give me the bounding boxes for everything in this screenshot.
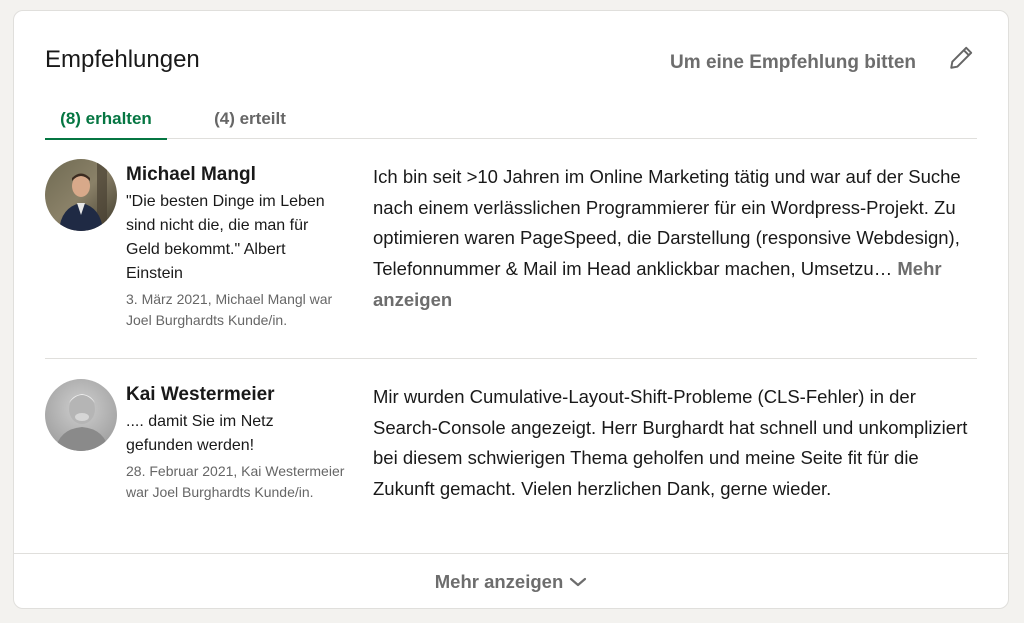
recommendation-tabs: (8) erhalten (4) erteilt (45, 99, 977, 140)
recommendation-item: Kai Westermeier .... damit Sie im Netz g… (45, 379, 977, 554)
author-headline: .... damit Sie im Netz gefunden werden! (126, 413, 274, 454)
show-more-button[interactable]: Mehr anzeigen (435, 571, 588, 593)
avatar-photo (45, 159, 117, 231)
request-recommendation-button[interactable]: Um eine Empfehlung bitten (670, 51, 916, 75)
author-name[interactable]: Michael Mangl (126, 162, 356, 188)
card-footer: Mehr anzeigen (14, 553, 1008, 608)
show-more-label: Mehr anzeigen (434, 571, 564, 592)
avatar[interactable] (45, 379, 117, 451)
recommendation-text: Mir wurden Cumulative-Layout-Shift-Probl… (373, 386, 968, 500)
recommendation-item: Michael Mangl "Die besten Dinge im Leben… (45, 159, 977, 359)
recommendation-author: Kai Westermeier .... damit Sie im Netz g… (126, 379, 356, 503)
recommendation-meta: 3. März 2021, Michael Mangl war Joel Bur… (126, 291, 333, 328)
pencil-icon (950, 46, 973, 69)
recommendation-meta: 28. Februar 2021, Kai Westermeier war Jo… (126, 463, 345, 500)
edit-button[interactable] (946, 43, 976, 73)
author-headline: "Die besten Dinge im Leben sind nicht di… (126, 193, 325, 282)
tab-given[interactable]: (4) erteilt (207, 99, 293, 139)
chevron-down-icon (570, 577, 587, 587)
avatar-photo (45, 379, 117, 451)
recommendation-text: Ich bin seit >10 Jahren im Online Market… (373, 162, 978, 316)
recommendations-card: Empfehlungen Um eine Empfehlung bitten (… (13, 10, 1009, 609)
avatar[interactable] (45, 159, 117, 231)
section-title: Empfehlungen (45, 46, 200, 73)
author-name[interactable]: Kai Westermeier (126, 382, 356, 408)
card-header: Empfehlungen Um eine Empfehlung bitten (14, 11, 1008, 81)
recommendation-body: Ich bin seit >10 Jahren im Online Market… (373, 166, 961, 280)
tab-received[interactable]: (8) erhalten (45, 99, 167, 140)
recommendation-author: Michael Mangl "Die besten Dinge im Leben… (126, 159, 356, 331)
